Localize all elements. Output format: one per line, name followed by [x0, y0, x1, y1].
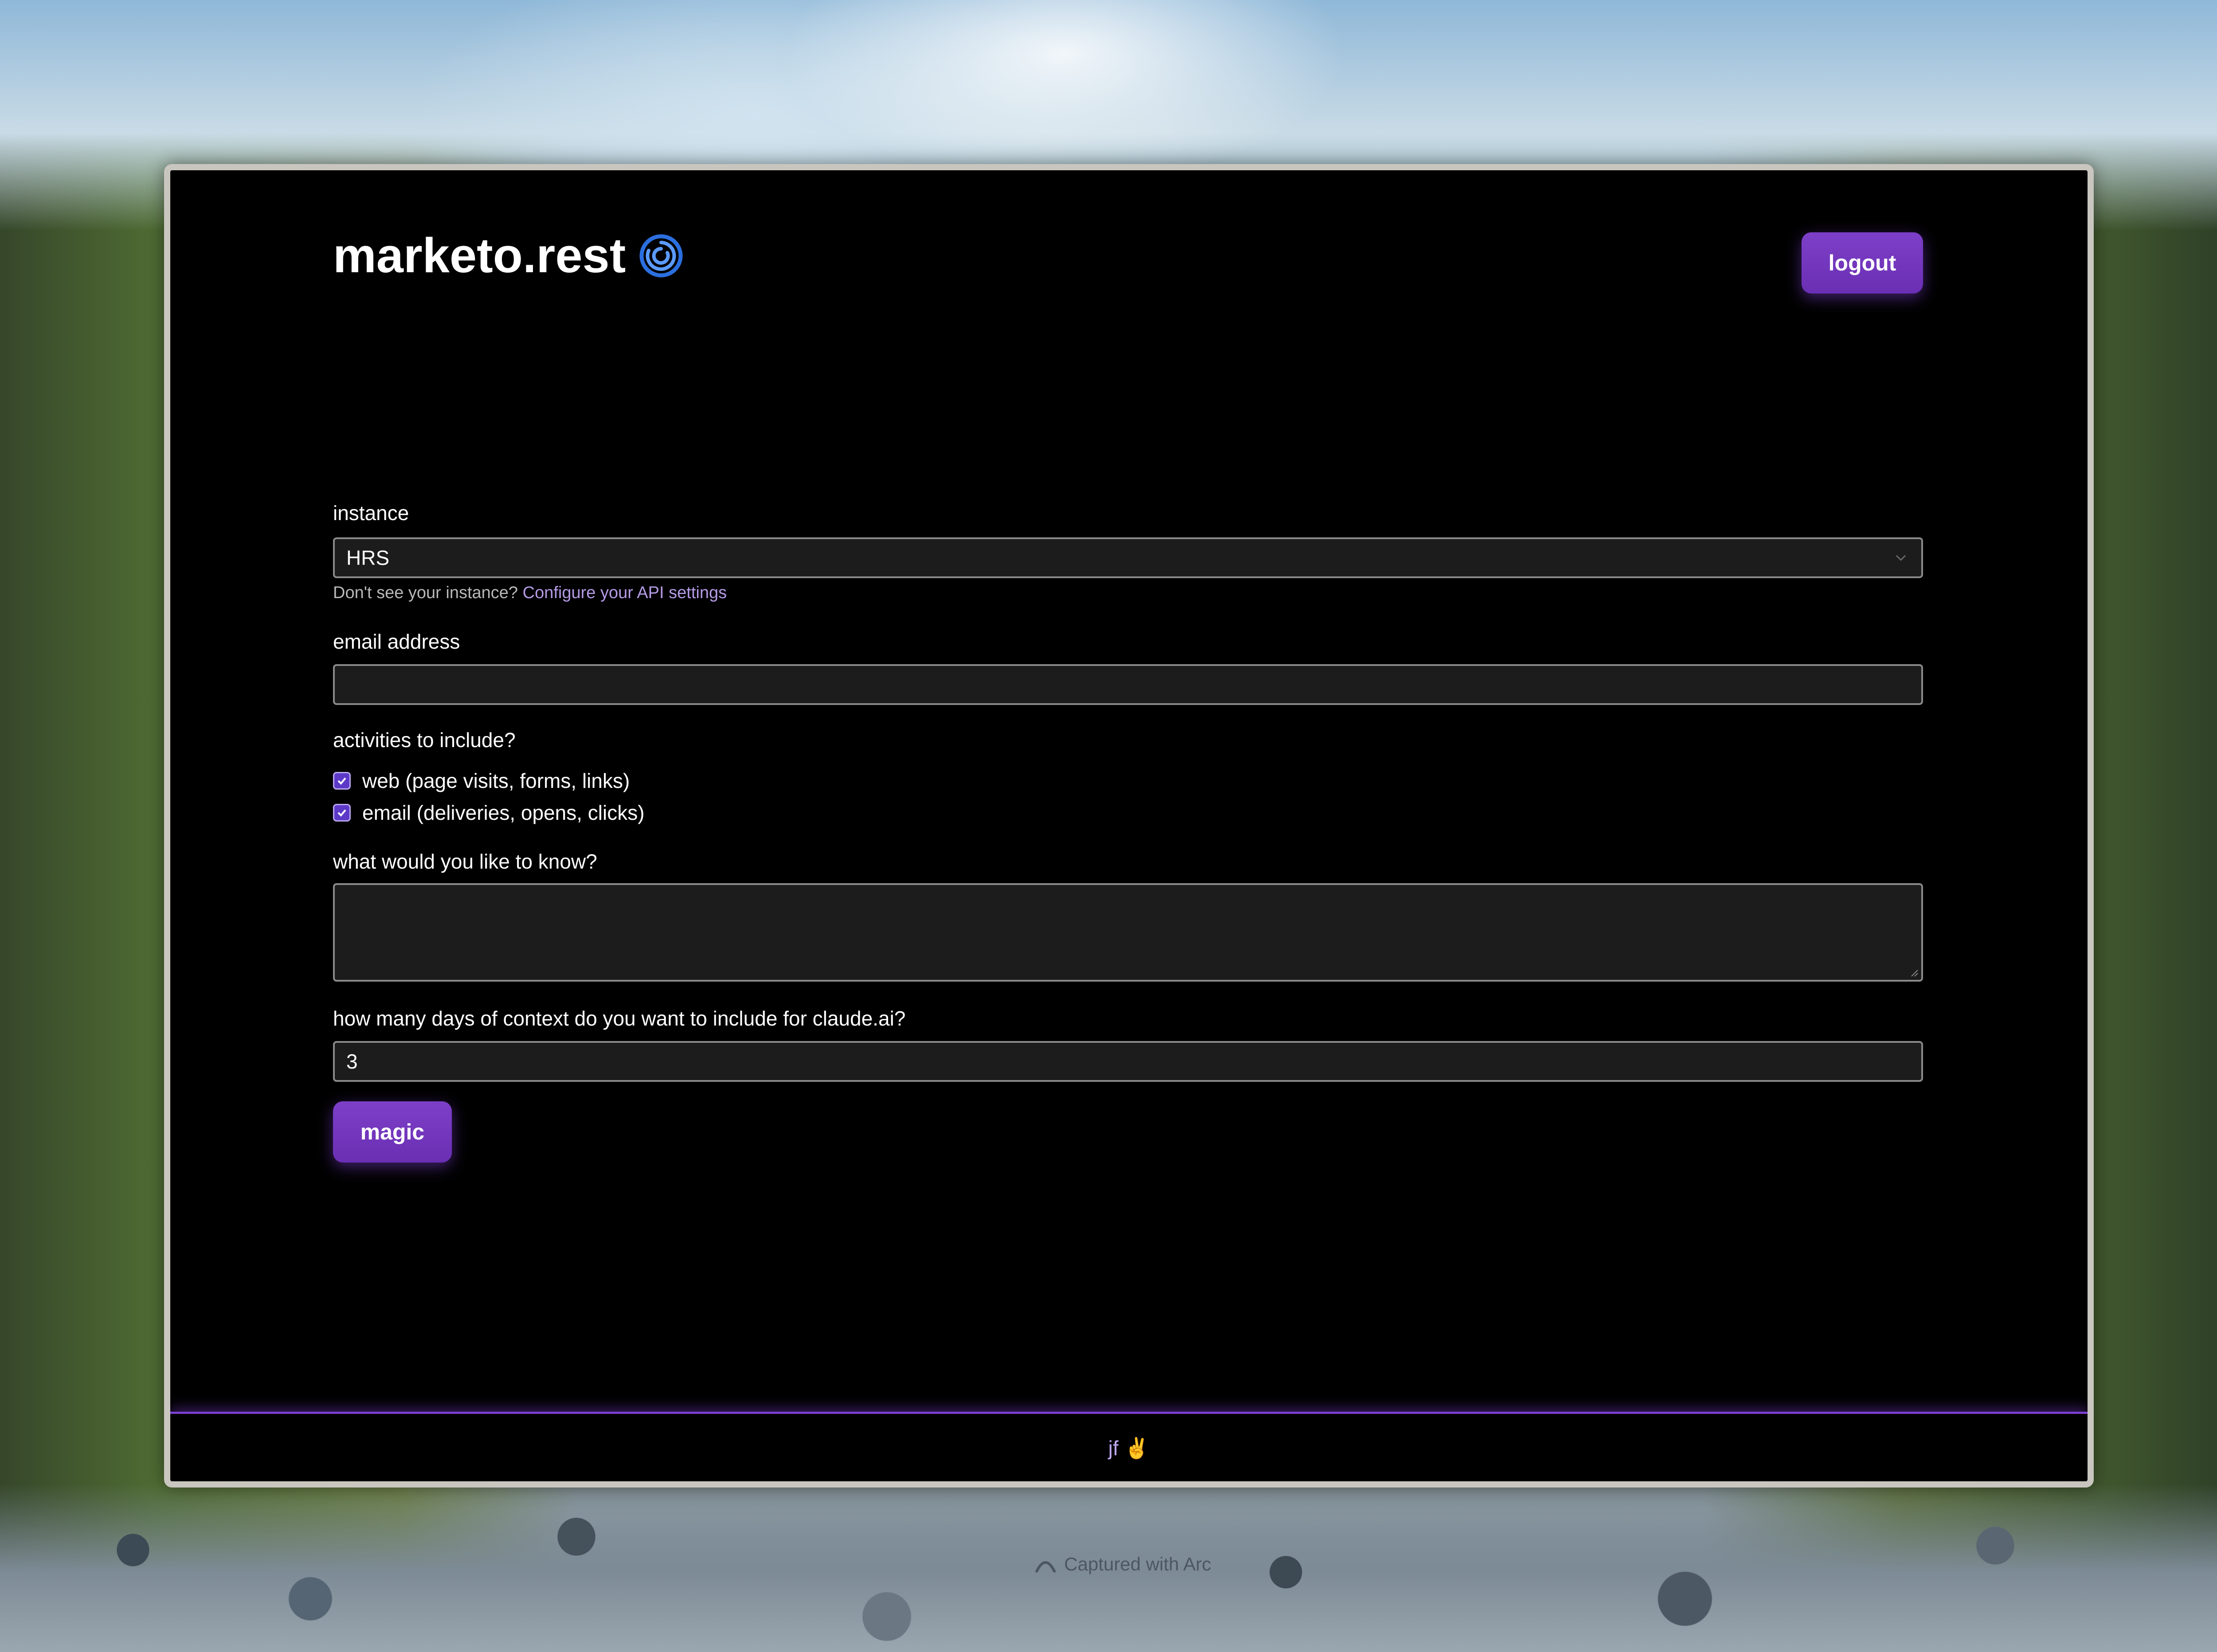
footer: jf ✌️ — [170, 1412, 2088, 1481]
days-label: how many days of context do you want to … — [333, 1007, 906, 1030]
logout-button[interactable]: logout — [1802, 232, 1923, 294]
activities-label: activities to include? — [333, 728, 516, 752]
magic-button[interactable]: magic — [333, 1101, 452, 1163]
chevron-down-icon — [1896, 555, 1906, 561]
checkmark-icon — [337, 777, 346, 785]
captured-with-arc-badge: Captured with Arc — [1033, 1552, 1211, 1577]
activity-option-web[interactable]: web (page visits, forms, links) — [333, 769, 630, 793]
page-title-text: marketo.rest — [333, 228, 626, 283]
main-content: marketo.rest logout instance HRS Don't s… — [333, 170, 1923, 1163]
instance-select[interactable]: HRS — [333, 537, 1923, 578]
footer-text: jf ✌️ — [1108, 1437, 1150, 1460]
activity-option-email[interactable]: email (deliveries, opens, clicks) — [333, 801, 645, 825]
email-checkbox[interactable] — [333, 804, 351, 822]
question-label: what would you like to know? — [333, 850, 597, 873]
instance-select-value: HRS — [346, 546, 390, 569]
instance-label: instance — [333, 501, 409, 525]
instance-help-prefix: Don't see your instance? — [333, 583, 518, 602]
header: marketo.rest logout — [333, 170, 1923, 317]
arc-logo-icon — [1035, 1561, 1056, 1573]
web-checkbox-label: web (page visits, forms, links) — [362, 769, 630, 792]
app-window: marketo.rest logout instance HRS Don't s… — [164, 164, 2094, 1488]
configure-api-settings-link[interactable]: Configure your API settings — [523, 583, 727, 602]
instance-help-text: Don't see your instance? Configure your … — [333, 583, 727, 603]
question-textarea[interactable] — [333, 883, 1923, 982]
captured-with-arc-text: Captured with Arc — [1064, 1554, 1211, 1574]
spiral-icon — [639, 234, 683, 278]
resize-grip-icon[interactable] — [1908, 967, 1919, 977]
web-checkbox[interactable] — [333, 772, 351, 790]
page-title: marketo.rest — [333, 231, 683, 280]
email-label: email address — [333, 630, 460, 653]
days-input[interactable]: 3 — [333, 1041, 1923, 1082]
email-checkbox-label: email (deliveries, opens, clicks) — [362, 801, 645, 824]
checkmark-icon — [337, 809, 346, 817]
email-field[interactable] — [333, 664, 1923, 705]
